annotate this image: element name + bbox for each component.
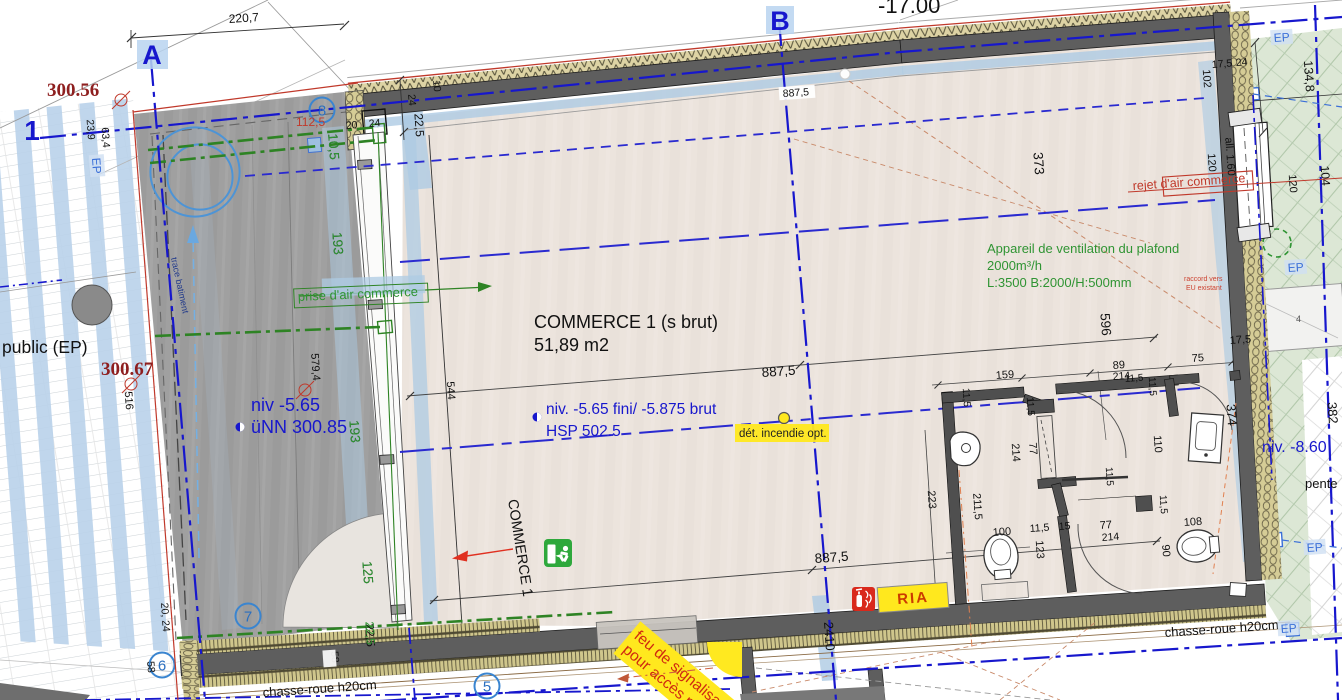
- svg-text:HSP 502.5: HSP 502.5: [546, 423, 621, 440]
- svg-text:104: 104: [1318, 165, 1333, 186]
- svg-text:6: 6: [158, 658, 166, 675]
- svg-text:11,5: 11,5: [1146, 377, 1158, 397]
- svg-text:20: 20: [345, 119, 358, 132]
- svg-text:374: 374: [1223, 404, 1239, 427]
- svg-text:159: 159: [995, 369, 1014, 382]
- svg-text:544: 544: [444, 381, 457, 400]
- svg-text:24: 24: [1235, 56, 1248, 69]
- svg-text:110: 110: [1151, 435, 1164, 453]
- svg-text:COMMERCE 1 (s brut): COMMERCE 1 (s brut): [534, 312, 718, 332]
- svg-text:EP: EP: [1273, 30, 1290, 45]
- svg-text:193: 193: [346, 420, 363, 444]
- svg-text:887,5: 887,5: [814, 549, 849, 566]
- svg-text:11,5: 11,5: [1124, 373, 1144, 385]
- svg-text:raccord vers: raccord vers: [1184, 276, 1223, 283]
- svg-text:24: 24: [405, 94, 418, 107]
- svg-text:220,7: 220,7: [228, 10, 259, 26]
- svg-text:EU existant: EU existant: [1186, 285, 1222, 292]
- svg-text:887,5: 887,5: [761, 363, 796, 380]
- svg-text:11,5: 11,5: [1157, 495, 1169, 515]
- svg-text:300.56: 300.56: [47, 80, 99, 101]
- svg-text:1: 1: [24, 115, 40, 146]
- svg-text:public (EP): public (EP): [2, 337, 88, 357]
- svg-text:516: 516: [122, 391, 135, 410]
- svg-text:üNN 300.85: üNN 300.85: [251, 417, 347, 437]
- svg-text:214: 214: [1009, 443, 1022, 462]
- svg-text:108: 108: [1183, 516, 1202, 529]
- svg-text:125: 125: [359, 561, 376, 585]
- svg-text:RIA: RIA: [897, 589, 930, 608]
- svg-text:4: 4: [1296, 314, 1301, 324]
- svg-text:niv -5.65: niv -5.65: [251, 395, 320, 415]
- svg-text:120: 120: [1205, 153, 1218, 172]
- svg-text:15: 15: [1058, 520, 1071, 533]
- svg-text:193: 193: [329, 232, 346, 256]
- svg-text:211,5: 211,5: [970, 493, 984, 520]
- svg-text:100: 100: [992, 526, 1011, 539]
- svg-text:A: A: [142, 40, 162, 70]
- svg-text:22,5: 22,5: [411, 113, 427, 138]
- svg-text:63,4: 63,4: [99, 127, 112, 148]
- svg-text:579,4: 579,4: [308, 353, 322, 381]
- svg-text:11,5: 11,5: [1024, 397, 1036, 417]
- svg-text:112,5: 112,5: [296, 115, 325, 129]
- svg-text:120: 120: [1286, 174, 1299, 193]
- svg-text:10,5: 10,5: [325, 133, 342, 160]
- svg-text:75: 75: [1191, 352, 1204, 365]
- svg-text:23,9: 23,9: [84, 119, 97, 140]
- svg-text:L:3500 B:2000/H:500mm: L:3500 B:2000/H:500mm: [987, 275, 1132, 290]
- svg-text:300.67: 300.67: [101, 359, 154, 380]
- svg-text:B: B: [770, 6, 790, 36]
- svg-text:887,5: 887,5: [782, 86, 809, 100]
- svg-text:dét. incendie opt.: dét. incendie opt.: [739, 428, 827, 440]
- svg-text:niv. -5.65 fini/ -5.875 brut: niv. -5.65 fini/ -5.875 brut: [546, 401, 717, 418]
- svg-text:pente: pente: [1305, 476, 1338, 491]
- svg-text:10: 10: [430, 80, 443, 93]
- svg-text:382: 382: [1324, 402, 1340, 425]
- svg-text:20, 24: 20, 24: [158, 602, 172, 632]
- svg-text:EP: EP: [1287, 260, 1304, 275]
- svg-text:24: 24: [368, 117, 381, 130]
- svg-text:134,8: 134,8: [1301, 60, 1317, 92]
- svg-text:102: 102: [1200, 69, 1213, 88]
- svg-text:22,5: 22,5: [362, 621, 378, 646]
- svg-text:7: 7: [244, 609, 252, 626]
- svg-text:17,5: 17,5: [1211, 57, 1232, 71]
- svg-text:EP: EP: [1306, 540, 1323, 555]
- svg-text:2000m³/h: 2000m³/h: [987, 258, 1042, 273]
- svg-text:-17.00: -17.00: [878, 0, 940, 18]
- svg-text:90: 90: [1159, 544, 1172, 557]
- svg-text:596: 596: [1097, 313, 1114, 337]
- svg-text:77: 77: [1026, 442, 1039, 455]
- svg-text:niv. -8.60: niv. -8.60: [1262, 439, 1327, 456]
- svg-text:Appareil de ventilation du pla: Appareil de ventilation du plafond: [987, 241, 1179, 256]
- svg-text:EP: EP: [1280, 621, 1297, 636]
- svg-text:11,5: 11,5: [1029, 522, 1050, 535]
- svg-text:11,5: 11,5: [1103, 467, 1115, 487]
- svg-text:214: 214: [1101, 531, 1120, 544]
- svg-text:EP: EP: [89, 157, 104, 174]
- svg-text:373: 373: [1030, 152, 1047, 176]
- svg-text:58: 58: [144, 661, 157, 674]
- svg-text:77: 77: [1099, 519, 1112, 532]
- svg-text:2410: 2410: [821, 621, 838, 651]
- svg-text:5: 5: [483, 679, 491, 696]
- svg-text:51,89 m2: 51,89 m2: [534, 335, 609, 355]
- svg-text:123: 123: [1033, 540, 1046, 559]
- svg-text:11,5: 11,5: [960, 388, 972, 408]
- svg-text:17,5: 17,5: [1229, 333, 1251, 347]
- svg-text:223: 223: [925, 490, 938, 509]
